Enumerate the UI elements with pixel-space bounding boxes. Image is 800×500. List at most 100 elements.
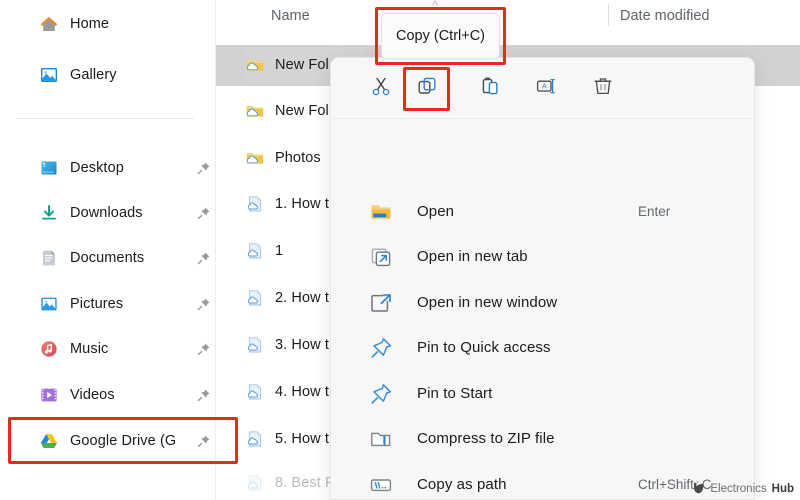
menu-item-copy-as-path[interactable]: Copy as path Ctrl+Shift+C: [331, 462, 754, 499]
copy-icon: [416, 75, 438, 102]
file-name-label: 8. Best Fi: [275, 475, 338, 491]
menu-item-shortcut: Enter: [638, 204, 671, 219]
menu-item-pin-to-quick-access[interactable]: Pin to Quick access: [331, 325, 754, 370]
pin-icon[interactable]: [197, 206, 211, 220]
file-name-label: 1: [275, 243, 284, 259]
rename-button[interactable]: A: [527, 71, 564, 105]
cut-icon: [370, 75, 392, 102]
file-name-label: New Fol: [275, 57, 329, 73]
sidebar-item-label: Downloads: [70, 205, 143, 221]
column-header-name[interactable]: Name: [271, 8, 310, 24]
menu-item-label: Copy as path: [417, 476, 507, 493]
home-icon: [38, 14, 59, 35]
sidebar-item-home[interactable]: Home: [38, 7, 216, 41]
folder-open-icon: [369, 200, 393, 224]
sidebar-item-gallery[interactable]: Gallery: [38, 58, 216, 92]
pin-icon[interactable]: [197, 388, 211, 402]
copy-path-icon: [369, 473, 393, 497]
sidebar-item-label: Documents: [70, 250, 145, 266]
sidebar-item-label: Music: [70, 341, 109, 357]
file-name-label: 2. How t: [275, 290, 329, 306]
menu-item-open[interactable]: Open Enter: [331, 189, 754, 234]
paste-button[interactable]: [471, 71, 508, 105]
tooltip-caret-icon: ^: [431, 0, 439, 13]
pin-icon: [369, 382, 393, 406]
sidebar-item-label: Google Drive (G: [70, 433, 177, 449]
watermark-text-bold: Hub: [771, 483, 794, 495]
copy-tooltip: Copy (Ctrl+C): [381, 13, 500, 59]
cut-button[interactable]: [362, 71, 399, 105]
copy-button[interactable]: [408, 71, 445, 105]
file-cloud-icon: [245, 288, 265, 308]
videos-icon: [38, 385, 59, 406]
delete-button[interactable]: [584, 71, 621, 105]
menu-item-label: Compress to ZIP file: [417, 430, 555, 447]
pin-icon[interactable]: [197, 297, 211, 311]
file-name-label: 1. How t: [275, 196, 329, 212]
pictures-icon: [38, 294, 59, 315]
rename-icon: A: [535, 75, 557, 102]
sidebar-item-label: Desktop: [70, 160, 124, 176]
watermark: Electronics Hub: [693, 481, 794, 497]
column-separator: [608, 4, 609, 26]
menu-item-label: Pin to Quick access: [417, 339, 551, 356]
file-explorer-screenshot: Home Gallery Desktop Downloads Documents Pict…: [0, 0, 800, 500]
file-cloud-icon: [245, 382, 265, 402]
sidebar-item-music[interactable]: Music: [38, 332, 216, 366]
sidebar-item-label: Gallery: [70, 67, 117, 83]
pin-icon[interactable]: [197, 434, 211, 448]
navigation-sidebar: Home Gallery Desktop Downloads Documents Pict…: [0, 0, 216, 500]
file-cloud-icon: [245, 194, 265, 214]
downloads-icon: [38, 203, 59, 224]
column-header-date-modified[interactable]: Date modified: [620, 8, 709, 24]
delete-icon: [592, 75, 614, 102]
sidebar-item-videos[interactable]: Videos: [38, 378, 216, 412]
svg-text:A: A: [541, 81, 546, 90]
tooltip-label: Copy (Ctrl+C): [395, 28, 486, 44]
sidebar-item-documents[interactable]: Documents: [38, 241, 216, 275]
sidebar-item-pictures[interactable]: Pictures: [38, 287, 216, 321]
context-menu: A Open Enter Open in new tab Open in new wi…: [330, 57, 755, 500]
new-window-icon: [369, 291, 393, 315]
pin-icon[interactable]: [197, 161, 211, 175]
file-name-label: New Fol: [275, 103, 329, 119]
shield-icon: [693, 481, 705, 497]
sidebar-item-label: Videos: [70, 387, 115, 403]
pin-icon: [369, 336, 393, 360]
music-icon: [38, 339, 59, 360]
desktop-icon: [38, 158, 59, 179]
gallery-icon: [38, 65, 59, 86]
menu-item-label: Open in new window: [417, 294, 558, 311]
folder-cloud-icon: [245, 148, 265, 168]
file-name-label: 4. How t: [275, 384, 329, 400]
paste-icon: [479, 75, 501, 102]
file-cloud-icon: [245, 241, 265, 261]
watermark-text-light: Electronics: [710, 483, 767, 495]
sidebar-item-label: Home: [70, 16, 110, 32]
menu-item-compress-to-zip-file[interactable]: Compress to ZIP file: [331, 416, 754, 461]
menu-item-label: Open in new tab: [417, 248, 528, 265]
menu-item-pin-to-start[interactable]: Pin to Start: [331, 371, 754, 416]
file-name-label: 5. How t: [275, 431, 329, 447]
folder-cloud-icon: [245, 101, 265, 121]
file-name-label: 3. How t: [275, 337, 329, 353]
documents-icon: [38, 248, 59, 269]
menu-item-open-in-new-window[interactable]: Open in new window: [331, 280, 754, 325]
folder-cloud-icon: [245, 55, 265, 75]
file-cloud-icon: [245, 473, 265, 493]
pin-icon[interactable]: [197, 342, 211, 356]
google-drive-icon: [38, 431, 59, 452]
file-name-label: Photos: [275, 150, 321, 166]
sidebar-item-label: Pictures: [70, 296, 124, 312]
menu-item-label: Pin to Start: [417, 385, 493, 402]
context-menu-toolbar: A: [331, 58, 754, 119]
sidebar-item-downloads[interactable]: Downloads: [38, 196, 216, 230]
pin-icon[interactable]: [197, 251, 211, 265]
new-tab-icon: [369, 245, 393, 269]
menu-item-open-in-new-tab[interactable]: Open in new tab: [331, 234, 754, 279]
file-cloud-icon: [245, 335, 265, 355]
menu-item-label: Open: [417, 203, 455, 220]
sidebar-item-google-drive-g[interactable]: Google Drive (G: [38, 424, 216, 458]
sidebar-item-desktop[interactable]: Desktop: [38, 151, 216, 185]
sidebar-divider: [16, 118, 194, 119]
